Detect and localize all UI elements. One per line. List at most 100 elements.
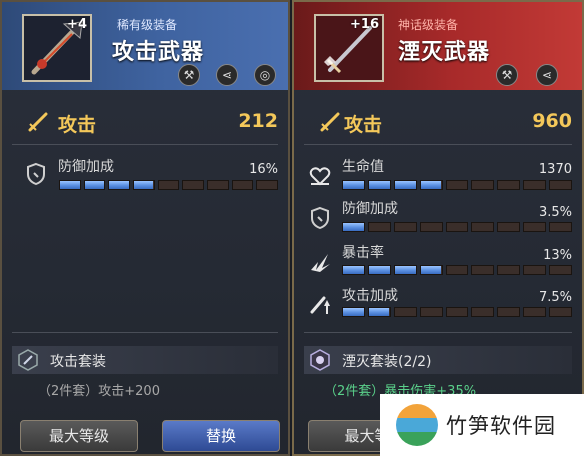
bar-segment <box>523 265 547 275</box>
share-button[interactable]: ⋖ <box>536 64 558 86</box>
coin-button[interactable]: ◎ <box>254 64 276 86</box>
bar-segment <box>497 180 521 190</box>
bar-fill <box>84 181 105 189</box>
bar-segment <box>523 180 547 190</box>
bar-fill <box>394 266 416 274</box>
bar-segment <box>549 222 573 232</box>
bar-segment <box>367 307 391 317</box>
stat-value: 16% <box>249 162 278 177</box>
bar-segment <box>419 307 443 317</box>
bar-segment <box>471 222 495 232</box>
bar-segment <box>419 180 443 190</box>
bar-segment <box>157 180 180 190</box>
bar-segment <box>108 180 131 190</box>
bar-segment <box>497 222 521 232</box>
bar-segment <box>342 222 365 232</box>
bar-segment <box>549 307 573 317</box>
bar-segment <box>367 222 391 232</box>
bar-segment <box>256 180 279 190</box>
bar-segment <box>549 265 573 275</box>
bar-segment <box>445 307 469 317</box>
bar-fill <box>343 181 364 189</box>
bar-segment <box>207 180 229 190</box>
attack-label: 攻击 <box>344 114 383 136</box>
attack-value: 960 <box>532 110 572 132</box>
stat-label: 防御加成 <box>58 159 114 175</box>
stat-bar <box>59 180 279 190</box>
attack-boost-icon <box>310 296 330 314</box>
card-header: +4 稀有级装备 攻击武器 ⚒ ⋖ ◎ <box>2 2 288 90</box>
item-grade: 稀有级装备 <box>117 18 178 32</box>
enhance-level: +4 <box>67 17 87 32</box>
stat-bar <box>342 180 573 190</box>
bar-segment <box>59 180 81 190</box>
bar-segment <box>471 307 495 317</box>
bar-segment <box>393 222 417 232</box>
bar-fill <box>368 308 390 316</box>
bar-segment <box>342 180 365 190</box>
hammer-icon: ⚒ <box>501 68 513 82</box>
stat-value: 3.5% <box>538 205 572 220</box>
sword-icon <box>28 112 48 132</box>
stat-label: 攻击加成 <box>342 288 398 304</box>
bar-segment <box>393 180 417 190</box>
divider <box>12 144 278 145</box>
bar-segment <box>182 180 205 190</box>
bar-segment <box>497 265 521 275</box>
set-bonus: （2件套）攻击+200 <box>38 384 160 399</box>
share-button[interactable]: ⋖ <box>216 64 238 86</box>
stat-bar <box>342 222 573 232</box>
bar-fill <box>368 181 390 189</box>
hammer-button[interactable]: ⚒ <box>496 64 518 86</box>
item-grade: 神话级装备 <box>398 18 459 32</box>
equipment-card-right: +16 神话级装备 湮灭武器 ⚒ ⋖ 攻击 960 生命值 1370 防御加成 … <box>292 0 584 456</box>
bar-fill <box>343 223 364 231</box>
shield-icon <box>311 206 329 230</box>
max-level-button[interactable]: 最大等级 <box>20 420 138 452</box>
set-name: 湮灭套装(2/2) <box>342 354 432 370</box>
bar-segment <box>367 265 391 275</box>
hammer-icon: ⚒ <box>183 68 195 82</box>
bar-segment <box>523 222 547 232</box>
bar-fill <box>368 266 390 274</box>
stat-bar <box>342 307 573 317</box>
set-name: 攻击套装 <box>50 354 106 370</box>
bar-fill <box>60 181 80 189</box>
replace-button[interactable]: 替换 <box>162 420 280 452</box>
weapon-thumbnail[interactable]: +4 <box>22 14 92 82</box>
bar-fill <box>343 266 364 274</box>
stat-value: 7.5% <box>538 290 572 305</box>
stat-label: 防御加成 <box>342 201 398 217</box>
weapon-thumbnail[interactable]: +16 <box>314 14 384 82</box>
item-title: 攻击武器 <box>112 40 205 65</box>
bar-fill <box>134 181 153 189</box>
bar-segment <box>83 180 106 190</box>
bar-fill <box>420 181 441 189</box>
heart-icon <box>309 167 331 186</box>
stat-label: 暴击率 <box>342 245 384 261</box>
card-header: +16 神话级装备 湮灭武器 ⚒ ⋖ <box>294 2 582 90</box>
watermark-text: 竹笋软件园 <box>446 414 556 438</box>
watermark-logo-icon <box>396 404 438 446</box>
bar-segment <box>342 307 365 317</box>
set-bonus-prefix: （2件套） <box>324 384 385 399</box>
divider <box>12 332 278 333</box>
share-icon: ⋖ <box>221 68 233 82</box>
enhance-level: +16 <box>350 17 379 32</box>
bar-segment <box>393 265 417 275</box>
bar-segment <box>342 265 365 275</box>
bar-segment <box>231 180 254 190</box>
item-title: 湮灭武器 <box>398 40 491 65</box>
critical-icon <box>311 254 330 272</box>
bar-fill <box>109 181 130 189</box>
bar-segment <box>523 307 547 317</box>
bar-segment <box>445 265 469 275</box>
bar-fill <box>343 308 364 316</box>
hammer-button[interactable]: ⚒ <box>178 64 200 86</box>
stat-bar <box>342 265 573 275</box>
attack-label: 攻击 <box>58 114 97 136</box>
bar-segment <box>445 222 469 232</box>
set-icon <box>310 349 330 371</box>
bar-segment <box>471 180 495 190</box>
stat-value: 1370 <box>538 162 572 177</box>
